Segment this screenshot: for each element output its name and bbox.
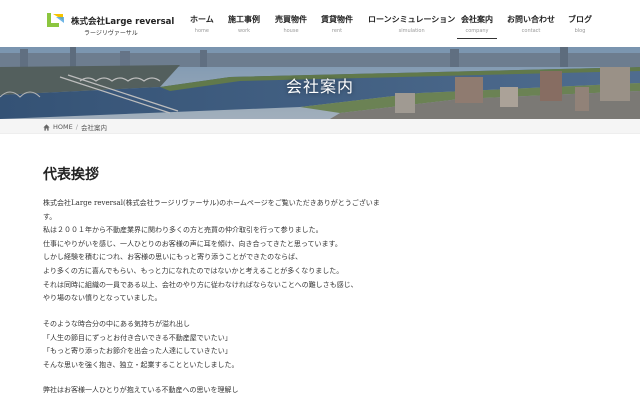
- nav-item-rent[interactable]: 賃貸物件 rent: [321, 14, 353, 34]
- nav-label: 賃貸物件: [321, 14, 353, 24]
- nav-item-contact[interactable]: お問い合わせ contact: [507, 14, 555, 34]
- hero-title: 会社案内: [285, 77, 354, 96]
- page-heading: 代表挨拶: [43, 167, 99, 183]
- logo-company-kana: ラージリヴァーサル: [84, 30, 138, 37]
- greeting-paragraph-3: 弊社はお客様一人ひとりが抱えている不動産への思いを理解し: [43, 384, 238, 398]
- text-line: 「人生の節目にずっとお付き合いできる不動産屋でいたい」: [43, 333, 232, 342]
- site-header: 株式会社Large reversal ラージリヴァーサル ホーム home 施工…: [0, 0, 640, 47]
- nav-label: 会社案内: [461, 14, 493, 24]
- nav-item-home[interactable]: ホーム home: [190, 14, 214, 34]
- text-line: そんな思いを強く抱き、独立・起業することといたしました。: [43, 360, 239, 369]
- nav-label: 施工事例: [228, 14, 260, 24]
- home-icon: [43, 123, 50, 131]
- breadcrumb-home-link[interactable]: HOME: [53, 123, 73, 131]
- nav-sub: rent: [331, 28, 343, 34]
- site-logo[interactable]: 株式会社Large reversal ラージリヴァーサル: [44, 11, 174, 37]
- nav-sub: simulation: [398, 28, 425, 34]
- text-line: 株式会社Large reversal(株式会社ラージリヴァーサル)のホームページ…: [43, 199, 380, 207]
- nav-sub: home: [194, 28, 209, 34]
- nav-sub: contact: [521, 28, 541, 34]
- nav-label: ブログ: [568, 14, 592, 24]
- text-line: それは同時に組織の一員である以上、会社のやり方に従わなければならないことへの難し…: [43, 280, 358, 289]
- nav-sub: house: [283, 28, 299, 34]
- nav-item-company[interactable]: 会社案内 company: [457, 14, 497, 39]
- nav-sub: blog: [574, 28, 586, 34]
- nav-item-blog[interactable]: ブログ blog: [568, 14, 592, 34]
- nav-item-simulation[interactable]: ローンシミュレーション simulation: [368, 14, 455, 34]
- nav-label: 売買物件: [275, 14, 307, 24]
- nav-item-work[interactable]: 施工事例 work: [228, 14, 260, 34]
- greeting-paragraph-1: 株式会社Large reversal(株式会社ラージリヴァーサル)のホームページ…: [43, 197, 380, 306]
- nav-sub: work: [237, 28, 251, 34]
- nav-sub: company: [465, 28, 489, 34]
- text-line: 私は２００１年から不動産業界に関わり多くの方と売買の仲介取引を行って参りました。: [43, 226, 323, 235]
- breadcrumb-current: 会社案内: [80, 124, 107, 132]
- text-line: 弊社はお客様一人ひとりが抱えている不動産への思いを理解し: [43, 386, 239, 394]
- text-line: やり場のない憤りとなっていました。: [43, 294, 162, 303]
- logo-company-name: 株式会社Large reversal: [71, 17, 175, 27]
- nav-label: ホーム: [190, 14, 214, 24]
- nav-item-house[interactable]: 売買物件 house: [275, 14, 307, 34]
- logo-mark-icon: [47, 13, 64, 27]
- text-line: 仕事にやりがいを感じ、一人ひとりのお客様の声に耳を傾け、向き合ってきたと思ってい…: [43, 239, 342, 248]
- hero-banner: 会社案内: [0, 47, 640, 119]
- text-line: す。: [43, 212, 57, 221]
- main-content: 代表挨拶: [43, 164, 443, 184]
- breadcrumb-separator: /: [75, 123, 78, 131]
- text-line: より多くの方に喜んでもらい、もっと力になれたのではないかと考えることが多くなりま…: [43, 266, 344, 275]
- nav-label: ローンシミュレーション: [368, 14, 456, 24]
- breadcrumb: HOME / 会社案内: [0, 119, 640, 134]
- text-line: そのような時合分の中にある気持ちが溢れ出し: [43, 320, 190, 328]
- text-line: 「もっと寄り添ったお節介を出会った人達にしていきたい」: [43, 347, 232, 356]
- nav-label: お問い合わせ: [507, 14, 555, 24]
- text-line: しかし経験を積むにつれ、お客様の思いにもっと寄り添うことができたのならば、: [43, 253, 303, 262]
- greeting-paragraph-2: そのような時合分の中にある気持ちが溢れ出し 「人生の節目にずっとお付き合いできる…: [43, 318, 239, 372]
